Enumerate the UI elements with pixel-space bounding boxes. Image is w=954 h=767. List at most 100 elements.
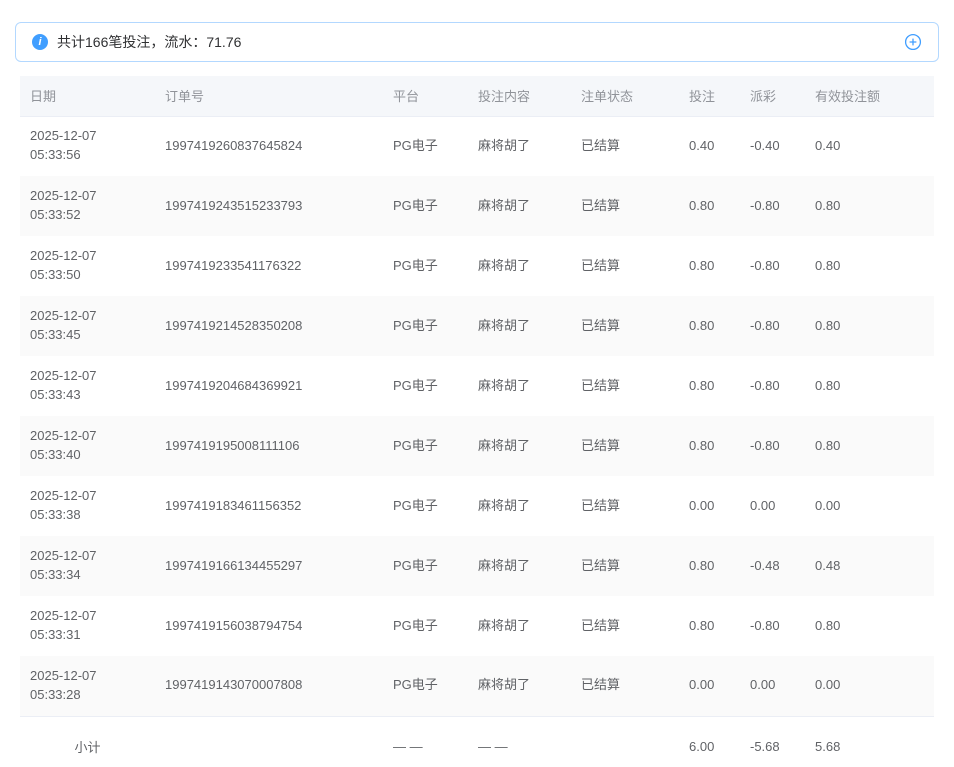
cell-bet: 0.80 xyxy=(679,356,740,416)
cell-valid: 0.48 xyxy=(805,536,934,596)
cell-payout: -0.80 xyxy=(740,596,805,656)
cell-status: 已结算 xyxy=(571,176,679,236)
subtotal-content: — — xyxy=(468,716,571,767)
table-header-row: 日期订单号平台投注内容注单状态投注派彩有效投注额 xyxy=(20,76,934,116)
cell-valid: 0.80 xyxy=(805,296,934,356)
cell-date: 2025-12-07 05:33:52 xyxy=(20,176,155,236)
column-header-valid: 有效投注额 xyxy=(805,76,934,116)
cell-payout: -0.80 xyxy=(740,176,805,236)
cell-bet: 0.80 xyxy=(679,416,740,476)
table-row: 2025-12-07 05:33:31 1997419156038794754 … xyxy=(20,596,934,656)
cell-bet: 0.80 xyxy=(679,296,740,356)
cell-content: 麻将胡了 xyxy=(468,656,571,716)
subtotal-valid: 5.68 xyxy=(805,716,934,767)
table-row: 2025-12-07 05:33:34 1997419166134455297 … xyxy=(20,536,934,596)
cell-payout: -0.40 xyxy=(740,116,805,176)
cell-date: 2025-12-07 05:33:56 xyxy=(20,116,155,176)
cell-payout: 0.00 xyxy=(740,656,805,716)
cell-date: 2025-12-07 05:33:40 xyxy=(20,416,155,476)
cell-status: 已结算 xyxy=(571,596,679,656)
cell-bet: 0.80 xyxy=(679,596,740,656)
cell-date: 2025-12-07 05:33:28 xyxy=(20,656,155,716)
bet-records-table: 日期订单号平台投注内容注单状态投注派彩有效投注额 2025-12-07 05:3… xyxy=(20,76,934,767)
cell-platform: PG电子 xyxy=(383,356,468,416)
column-header-payout: 派彩 xyxy=(740,76,805,116)
cell-status: 已结算 xyxy=(571,116,679,176)
cell-status: 已结算 xyxy=(571,476,679,536)
subtotal-label: 小计 xyxy=(20,716,155,767)
column-header-bet: 投注 xyxy=(679,76,740,116)
cell-order: 1997419214528350208 xyxy=(155,296,383,356)
subtotal-row: 小计 — — — — 6.00 -5.68 5.68 xyxy=(20,716,934,767)
cell-status: 已结算 xyxy=(571,296,679,356)
cell-date: 2025-12-07 05:33:50 xyxy=(20,236,155,296)
cell-content: 麻将胡了 xyxy=(468,416,571,476)
cell-content: 麻将胡了 xyxy=(468,356,571,416)
cell-content: 麻将胡了 xyxy=(468,176,571,236)
cell-payout: -0.80 xyxy=(740,416,805,476)
cell-content: 麻将胡了 xyxy=(468,596,571,656)
table-row: 2025-12-07 05:33:28 1997419143070007808 … xyxy=(20,656,934,716)
cell-bet: 0.40 xyxy=(679,116,740,176)
cell-platform: PG电子 xyxy=(383,656,468,716)
cell-platform: PG电子 xyxy=(383,536,468,596)
cell-order: 1997419156038794754 xyxy=(155,596,383,656)
column-header-date: 日期 xyxy=(20,76,155,116)
cell-content: 麻将胡了 xyxy=(468,116,571,176)
cell-order: 1997419195008111106 xyxy=(155,416,383,476)
cell-valid: 0.00 xyxy=(805,476,934,536)
cell-platform: PG电子 xyxy=(383,236,468,296)
cell-order: 1997419143070007808 xyxy=(155,656,383,716)
subtotal-platform: — — xyxy=(383,716,468,767)
table-row: 2025-12-07 05:33:52 1997419243515233793 … xyxy=(20,176,934,236)
cell-order: 1997419260837645824 xyxy=(155,116,383,176)
column-header-status: 注单状态 xyxy=(571,76,679,116)
cell-bet: 0.80 xyxy=(679,236,740,296)
table-row: 2025-12-07 05:33:45 1997419214528350208 … xyxy=(20,296,934,356)
info-icon: i xyxy=(32,34,48,50)
cell-valid: 0.80 xyxy=(805,416,934,476)
cell-order: 1997419166134455297 xyxy=(155,536,383,596)
cell-date: 2025-12-07 05:33:31 xyxy=(20,596,155,656)
cell-bet: 0.00 xyxy=(679,476,740,536)
cell-status: 已结算 xyxy=(571,236,679,296)
cell-order: 1997419183461156352 xyxy=(155,476,383,536)
cell-platform: PG电子 xyxy=(383,476,468,536)
cell-payout: -0.80 xyxy=(740,296,805,356)
cell-order: 1997419204684369921 xyxy=(155,356,383,416)
cell-status: 已结算 xyxy=(571,356,679,416)
table-row: 2025-12-07 05:33:40 1997419195008111106 … xyxy=(20,416,934,476)
summary-text: 共计166笔投注，流水：71.76 xyxy=(57,32,241,52)
summary-bar: i 共计166笔投注，流水：71.76 xyxy=(15,22,939,62)
cell-content: 麻将胡了 xyxy=(468,236,571,296)
cell-valid: 0.00 xyxy=(805,656,934,716)
cell-content: 麻将胡了 xyxy=(468,536,571,596)
cell-bet: 0.00 xyxy=(679,656,740,716)
cell-payout: -0.48 xyxy=(740,536,805,596)
cell-status: 已结算 xyxy=(571,416,679,476)
cell-platform: PG电子 xyxy=(383,416,468,476)
cell-valid: 0.80 xyxy=(805,596,934,656)
cell-platform: PG电子 xyxy=(383,176,468,236)
table-row: 2025-12-07 05:33:50 1997419233541176322 … xyxy=(20,236,934,296)
table-row: 2025-12-07 05:33:43 1997419204684369921 … xyxy=(20,356,934,416)
column-header-order: 订单号 xyxy=(155,76,383,116)
column-header-content: 投注内容 xyxy=(468,76,571,116)
subtotal-order xyxy=(155,716,383,767)
bet-records-page: i 共计166笔投注，流水：71.76 日期订单号平台投注内容注单状态投注派彩有… xyxy=(0,22,954,767)
cell-payout: 0.00 xyxy=(740,476,805,536)
cell-platform: PG电子 xyxy=(383,296,468,356)
cell-platform: PG电子 xyxy=(383,116,468,176)
plus-circle-icon[interactable] xyxy=(904,33,922,51)
cell-platform: PG电子 xyxy=(383,596,468,656)
cell-payout: -0.80 xyxy=(740,356,805,416)
subtotal-status xyxy=(571,716,679,767)
cell-valid: 0.40 xyxy=(805,116,934,176)
cell-payout: -0.80 xyxy=(740,236,805,296)
cell-order: 1997419243515233793 xyxy=(155,176,383,236)
table-row: 2025-12-07 05:33:38 1997419183461156352 … xyxy=(20,476,934,536)
subtotal-payout: -5.68 xyxy=(740,716,805,767)
subtotal-bet: 6.00 xyxy=(679,716,740,767)
cell-date: 2025-12-07 05:33:38 xyxy=(20,476,155,536)
cell-valid: 0.80 xyxy=(805,236,934,296)
